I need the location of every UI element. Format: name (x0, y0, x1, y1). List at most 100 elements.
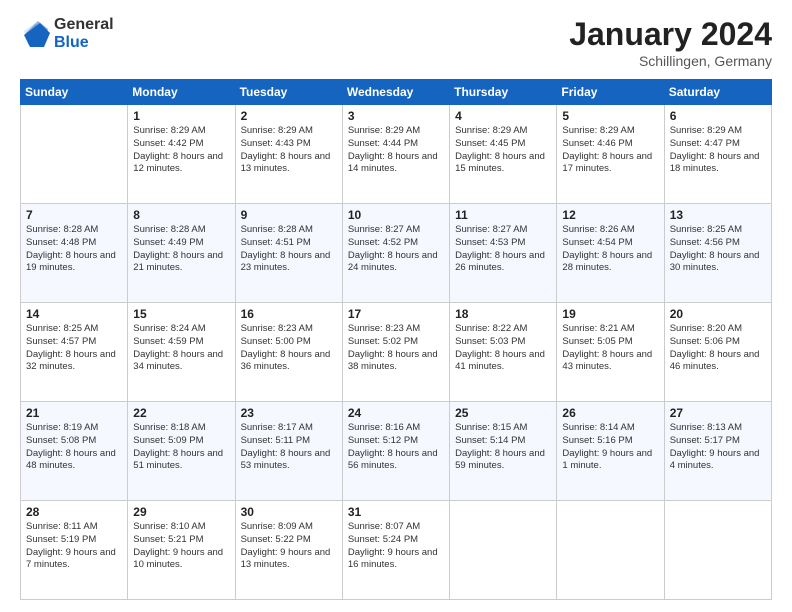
day-number: 23 (241, 406, 337, 420)
col-header-friday: Friday (557, 80, 664, 105)
header: General Blue January 2024 Schillingen, G… (20, 16, 772, 69)
week-row-2: 7 Sunrise: 8:28 AM Sunset: 4:48 PM Daylig… (21, 204, 772, 303)
calendar-cell: 5Sunrise: 8:29 AM Sunset: 4:46 PM Daylig… (557, 105, 664, 204)
page: General Blue January 2024 Schillingen, G… (0, 0, 792, 612)
calendar-cell: 18 Sunrise: 8:22 AM Sunset: 5:03 PM Dayli… (450, 303, 557, 402)
day-detail: Sunrise: 8:18 AM Sunset: 5:09 PM Dayligh… (133, 422, 229, 473)
calendar-cell: 3 Sunrise: 8:29 AM Sunset: 4:44 PM Daylig… (342, 105, 449, 204)
logo: General Blue (20, 16, 114, 51)
calendar-cell: 31Sunrise: 8:07 AM Sunset: 5:24 PM Dayli… (342, 501, 449, 600)
calendar-cell: 17 Sunrise: 8:23 AM Sunset: 5:02 PM Dayli… (342, 303, 449, 402)
calendar-cell: 29 Sunrise: 8:10 AM Sunset: 5:21 PM Dayli… (128, 501, 235, 600)
day-number: 22 (133, 406, 229, 420)
calendar-cell: 15 Sunrise: 8:24 AM Sunset: 4:59 PM Dayli… (128, 303, 235, 402)
day-number: 27 (670, 406, 766, 420)
col-header-wednesday: Wednesday (342, 80, 449, 105)
day-detail: Sunrise: 8:16 AM Sunset: 5:12 PM Dayligh… (348, 422, 444, 473)
day-detail: Sunrise: 8:26 AM Sunset: 4:54 PM Dayligh… (562, 224, 658, 275)
calendar-cell: 11Sunrise: 8:27 AM Sunset: 4:53 PM Dayli… (450, 204, 557, 303)
calendar-cell: 19 Sunrise: 8:21 AM Sunset: 5:05 PM Dayli… (557, 303, 664, 402)
col-header-saturday: Saturday (664, 80, 771, 105)
calendar-cell: 27 Sunrise: 8:13 AM Sunset: 5:17 PM Dayli… (664, 402, 771, 501)
calendar-cell: 25 Sunrise: 8:15 AM Sunset: 5:14 PM Dayli… (450, 402, 557, 501)
calendar-cell: 21Sunrise: 8:19 AM Sunset: 5:08 PM Dayli… (21, 402, 128, 501)
day-number: 3 (348, 109, 444, 123)
day-detail: Sunrise: 8:29 AM Sunset: 4:43 PM Dayligh… (241, 125, 337, 176)
day-number: 17 (348, 307, 444, 321)
day-detail: Sunrise: 8:27 AM Sunset: 4:52 PM Dayligh… (348, 224, 444, 275)
calendar-cell: 26 Sunrise: 8:14 AM Sunset: 5:16 PM Dayli… (557, 402, 664, 501)
day-number: 8 (133, 208, 229, 222)
day-number: 19 (562, 307, 658, 321)
col-header-monday: Monday (128, 80, 235, 105)
day-number: 14 (26, 307, 122, 321)
day-number: 4 (455, 109, 551, 123)
day-number: 25 (455, 406, 551, 420)
day-detail: Sunrise: 8:29 AM Sunset: 4:45 PM Dayligh… (455, 125, 551, 176)
day-detail: Sunrise: 8:24 AM Sunset: 4:59 PM Dayligh… (133, 323, 229, 374)
calendar-cell: 10Sunrise: 8:27 AM Sunset: 4:52 PM Dayli… (342, 204, 449, 303)
day-detail: Sunrise: 8:14 AM Sunset: 5:16 PM Dayligh… (562, 422, 658, 473)
day-number: 2 (241, 109, 337, 123)
day-number: 15 (133, 307, 229, 321)
day-detail: Sunrise: 8:13 AM Sunset: 5:17 PM Dayligh… (670, 422, 766, 473)
col-header-thursday: Thursday (450, 80, 557, 105)
day-detail: Sunrise: 8:17 AM Sunset: 5:11 PM Dayligh… (241, 422, 337, 473)
logo-icon (20, 19, 50, 49)
day-detail: Sunrise: 8:29 AM Sunset: 4:42 PM Dayligh… (133, 125, 229, 176)
day-number: 20 (670, 307, 766, 321)
day-detail: Sunrise: 8:23 AM Sunset: 5:00 PM Dayligh… (241, 323, 337, 374)
day-number: 1 (133, 109, 229, 123)
day-detail: Sunrise: 8:11 AM Sunset: 5:19 PM Dayligh… (26, 521, 122, 572)
calendar-cell: 13Sunrise: 8:25 AM Sunset: 4:56 PM Dayli… (664, 204, 771, 303)
calendar-cell (557, 501, 664, 600)
day-number: 30 (241, 505, 337, 519)
header-row: SundayMondayTuesdayWednesdayThursdayFrid… (21, 80, 772, 105)
calendar-cell: 30 Sunrise: 8:09 AM Sunset: 5:22 PM Dayli… (235, 501, 342, 600)
day-detail: Sunrise: 8:09 AM Sunset: 5:22 PM Dayligh… (241, 521, 337, 572)
calendar-cell: 2 Sunrise: 8:29 AM Sunset: 4:43 PM Daylig… (235, 105, 342, 204)
day-detail: Sunrise: 8:28 AM Sunset: 4:48 PM Dayligh… (26, 224, 122, 275)
calendar-table: SundayMondayTuesdayWednesdayThursdayFrid… (20, 79, 772, 600)
day-detail: Sunrise: 8:20 AM Sunset: 5:06 PM Dayligh… (670, 323, 766, 374)
day-number: 29 (133, 505, 229, 519)
day-detail: Sunrise: 8:22 AM Sunset: 5:03 PM Dayligh… (455, 323, 551, 374)
calendar-cell: 24 Sunrise: 8:16 AM Sunset: 5:12 PM Dayli… (342, 402, 449, 501)
day-detail: Sunrise: 8:23 AM Sunset: 5:02 PM Dayligh… (348, 323, 444, 374)
day-number: 26 (562, 406, 658, 420)
calendar-cell: 7 Sunrise: 8:28 AM Sunset: 4:48 PM Daylig… (21, 204, 128, 303)
calendar-cell: 1 Sunrise: 8:29 AM Sunset: 4:42 PM Daylig… (128, 105, 235, 204)
day-number: 31 (348, 505, 444, 519)
day-number: 11 (455, 208, 551, 222)
day-number: 6 (670, 109, 766, 123)
day-number: 21 (26, 406, 122, 420)
day-detail: Sunrise: 8:28 AM Sunset: 4:49 PM Dayligh… (133, 224, 229, 275)
day-number: 16 (241, 307, 337, 321)
logo-blue: Blue (54, 34, 114, 52)
calendar-cell: 22 Sunrise: 8:18 AM Sunset: 5:09 PM Dayli… (128, 402, 235, 501)
day-detail: Sunrise: 8:29 AM Sunset: 4:44 PM Dayligh… (348, 125, 444, 176)
calendar-cell: 6Sunrise: 8:29 AM Sunset: 4:47 PM Daylig… (664, 105, 771, 204)
title-location: Schillingen, Germany (569, 53, 772, 69)
week-row-5: 28 Sunrise: 8:11 AM Sunset: 5:19 PM Dayli… (21, 501, 772, 600)
col-header-sunday: Sunday (21, 80, 128, 105)
day-number: 18 (455, 307, 551, 321)
logo-text: General Blue (54, 16, 114, 51)
day-number: 24 (348, 406, 444, 420)
calendar-cell: 14Sunrise: 8:25 AM Sunset: 4:57 PM Dayli… (21, 303, 128, 402)
day-number: 28 (26, 505, 122, 519)
calendar-cell (664, 501, 771, 600)
day-detail: Sunrise: 8:21 AM Sunset: 5:05 PM Dayligh… (562, 323, 658, 374)
title-block: January 2024 Schillingen, Germany (569, 16, 772, 69)
day-number: 7 (26, 208, 122, 222)
calendar-cell: 4 Sunrise: 8:29 AM Sunset: 4:45 PM Daylig… (450, 105, 557, 204)
calendar-cell: 16 Sunrise: 8:23 AM Sunset: 5:00 PM Dayli… (235, 303, 342, 402)
logo-general: General (54, 16, 114, 34)
calendar-cell: 12Sunrise: 8:26 AM Sunset: 4:54 PM Dayli… (557, 204, 664, 303)
day-detail: Sunrise: 8:15 AM Sunset: 5:14 PM Dayligh… (455, 422, 551, 473)
calendar-cell: 9Sunrise: 8:28 AM Sunset: 4:51 PM Daylig… (235, 204, 342, 303)
day-detail: Sunrise: 8:10 AM Sunset: 5:21 PM Dayligh… (133, 521, 229, 572)
calendar-cell: 20 Sunrise: 8:20 AM Sunset: 5:06 PM Dayli… (664, 303, 771, 402)
week-row-3: 14Sunrise: 8:25 AM Sunset: 4:57 PM Dayli… (21, 303, 772, 402)
calendar-cell (450, 501, 557, 600)
